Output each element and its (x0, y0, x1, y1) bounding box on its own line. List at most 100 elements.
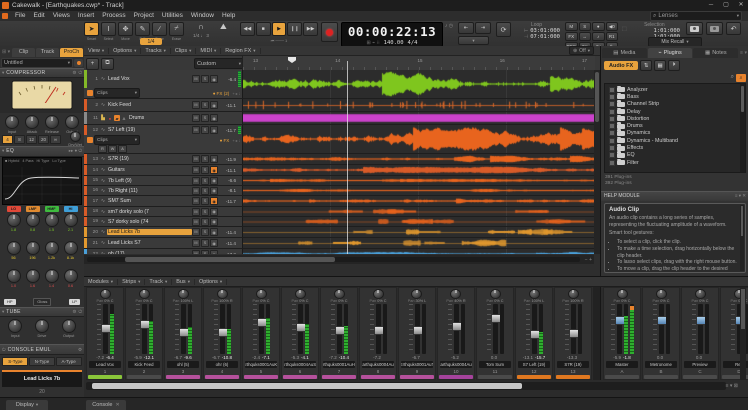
ratio-button[interactable]: 8 (14, 135, 25, 144)
eq-knob[interactable]: 1.4 (45, 269, 59, 297)
audio-clip-waveform[interactable] (243, 166, 594, 174)
mix-module-button[interactable]: ♪ (592, 32, 605, 41)
track-header[interactable]: 19 ∿ ●▰A S7 dorky solo (74 M S ◉ (84, 217, 243, 226)
track-lane[interactable] (243, 207, 594, 216)
mute-button[interactable]: M (192, 197, 200, 205)
time-display-module[interactable]: 00:00:22:13 ⊞ ⌁ ⁝⁝ 140.00 4/4 (341, 22, 443, 47)
pan-knob[interactable] (100, 289, 111, 299)
solo-button[interactable]: S (201, 228, 209, 236)
mix-module-button[interactable]: S (579, 22, 592, 31)
input-echo-button[interactable]: ◉ (210, 101, 218, 109)
input-echo-button[interactable]: ◉ (210, 75, 218, 83)
track-row[interactable]: 20 ∿ ●▰A Lead Licks 7b M S ◉ -11.4 (84, 227, 594, 238)
audio-clip-waveform[interactable] (243, 100, 594, 110)
strip-name[interactable]: Erthquks0004AuSn (284, 361, 316, 369)
checkbox[interactable] (609, 87, 615, 93)
playhead[interactable] (347, 61, 348, 254)
mute-button[interactable]: M (192, 239, 200, 247)
scrollbar-thumb[interactable] (125, 257, 335, 262)
pan-knob[interactable] (568, 289, 579, 299)
maximize-button[interactable]: ▢ (719, 1, 733, 10)
input-echo-button[interactable]: ◉ (210, 228, 218, 236)
mute-button[interactable]: M (192, 208, 200, 216)
eq-knob[interactable]: 1.2k (45, 241, 59, 269)
automation-button[interactable]: A (118, 145, 127, 153)
solo-button[interactable]: S (201, 187, 209, 195)
transport-button[interactable]: ▶ (272, 22, 287, 36)
checkbox[interactable] (609, 94, 615, 100)
track-lane[interactable] (243, 186, 594, 195)
strip-name[interactable]: ohl (5) (167, 361, 199, 369)
mute-button[interactable]: M (192, 228, 200, 236)
search-button[interactable]: ⌕ (736, 74, 746, 82)
fader-value[interactable]: -7.2 (96, 355, 104, 360)
volume-fader[interactable] (142, 304, 147, 354)
pan-knob[interactable] (695, 289, 706, 299)
pan-knob[interactable] (256, 289, 267, 299)
mixer-strip[interactable]: Pan 100% L (515, 287, 553, 380)
track-sub-icons[interactable]: + ▸ ⁞ (230, 91, 242, 96)
track-row[interactable]: 22 ∿ ●▰A oh (17) M S ◉ -17.2 (84, 249, 594, 254)
checkbox[interactable] (609, 130, 615, 136)
prochannel-power-button[interactable] (74, 59, 83, 67)
track-header[interactable]: 15 ∿ ●▰A 7b Left (9) M S ◉ -6.6 (84, 176, 243, 185)
console-corner-icons[interactable]: ≡ ▾ ⊠ (726, 383, 738, 389)
console-menu[interactable]: Bus (172, 279, 195, 285)
mixer-strip[interactable]: Pan 0% C (281, 287, 319, 380)
lenses-dropdown[interactable]: ⌕ Lenses (650, 11, 742, 21)
track-row[interactable]: 19 ∿ ●▰A S7 dorky solo (74 M S ◉ (84, 217, 594, 227)
trackview-menu[interactable]: MIDI (196, 48, 221, 54)
eq-extra-button[interactable]: HP (4, 299, 16, 305)
track-horizontal-scrollbar[interactable]: − + (84, 255, 594, 264)
track-gain-value[interactable]: -11.7 (219, 128, 237, 133)
tube-knob[interactable]: Output (62, 319, 76, 338)
mix-module-button[interactable]: ↔ (579, 32, 592, 41)
pan-knob[interactable] (617, 289, 628, 299)
mixer-strip[interactable]: Pan 0% C (359, 287, 397, 380)
input-echo-button[interactable]: ◉ (210, 197, 218, 205)
track-gain-value[interactable]: -11.4 (219, 241, 237, 246)
track-row[interactable]: 11 ▙ ●▰A Drums M S ◉ (84, 112, 594, 125)
track-lane[interactable] (243, 112, 594, 124)
track-row[interactable]: 17 ∿ ●▰A SM7 Sum M S ◉ -11.7 (84, 196, 594, 207)
strip-name[interactable]: Preview (684, 361, 716, 369)
track-gain-value[interactable]: -11.7 (219, 199, 237, 204)
eq-knob[interactable]: 1.5 (45, 213, 59, 241)
track-row[interactable]: 15 ∿ ●▰A 7b Left (9) M S ◉ -6.6 (84, 176, 594, 186)
track-name[interactable]: S7 Left (19) (107, 127, 192, 133)
fx-badge[interactable]: ●FX (2) (213, 91, 230, 96)
fader-value[interactable]: -5.3 (291, 355, 299, 360)
audio-clip-waveform[interactable] (243, 187, 594, 194)
volume-fader[interactable] (220, 304, 225, 354)
track-gain-value[interactable]: -11.4 (219, 230, 237, 235)
solo-button[interactable]: S (201, 114, 209, 122)
trackview-menu[interactable]: Region FX (221, 48, 260, 54)
eq-band-button[interactable]: HI (64, 206, 78, 212)
mute-button[interactable]: M (192, 155, 200, 163)
checkbox[interactable] (609, 138, 615, 144)
track-row[interactable]: 1 ∿ ●▰A Lead Vox M S ◉ -6.4 (84, 70, 594, 99)
timeline-ruler[interactable]: 1314151617 (242, 56, 595, 71)
volume-fader[interactable] (532, 304, 537, 354)
audio-clip-waveform[interactable] (243, 250, 594, 254)
track-lane[interactable] (243, 249, 594, 254)
track-name[interactable]: Kick Feed (107, 102, 192, 108)
volume-fader[interactable] (415, 304, 420, 354)
volume-fader[interactable] (376, 304, 381, 354)
strip-name[interactable]: Tom Sum (479, 361, 511, 369)
track-row[interactable]: 21 ∿ ●▰A Lead Licks S7 M S ◉ -11.4 (84, 238, 594, 249)
strip-name[interactable]: Master (606, 361, 638, 369)
volume-fader[interactable] (337, 304, 342, 354)
console-horizontal-scrollbar[interactable] (86, 382, 726, 390)
mix-module-button[interactable]: ◀0 (606, 22, 619, 31)
input-echo-button[interactable]: ◉ (210, 177, 218, 185)
automation-button[interactable]: W (108, 145, 117, 153)
console-type-button[interactable]: S-Type (2, 357, 28, 366)
inspector-tab[interactable]: Track (36, 48, 59, 57)
menu-item[interactable]: Project (130, 11, 158, 21)
solo-button[interactable]: S (201, 177, 209, 185)
fader-value[interactable]: -6.7 (174, 355, 182, 360)
punch-out-button[interactable]: ⇥ (475, 22, 491, 34)
record-button[interactable] (321, 22, 338, 42)
plugin-category-row[interactable]: Channel Strip (605, 101, 745, 108)
